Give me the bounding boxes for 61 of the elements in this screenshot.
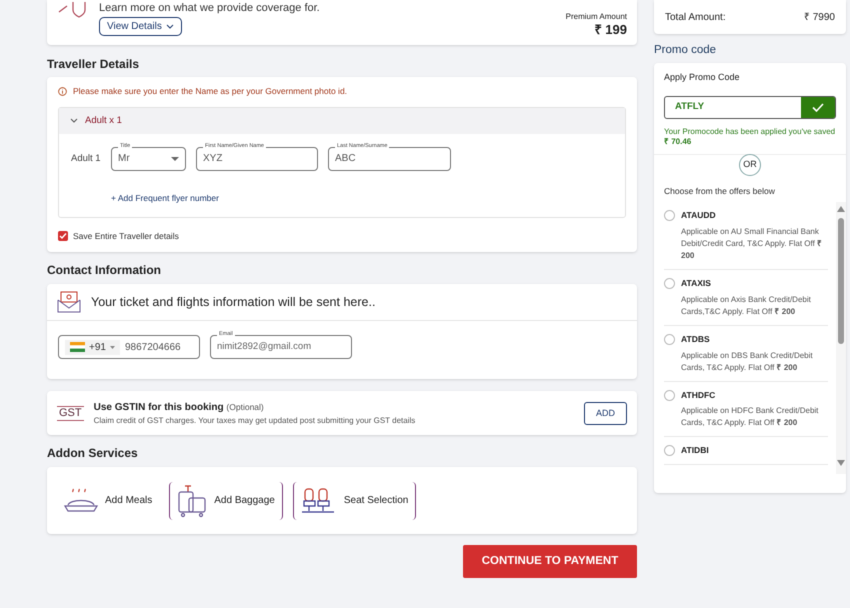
section-heading: Traveller Details (47, 57, 140, 71)
offer-code: ATIDBI (681, 444, 709, 457)
offer-radio[interactable] (664, 390, 675, 400)
offer-description: Applicable on AU Small Financial Bank Debit/Credit Card, T&C Apply. Flat Off ₹ 200 (681, 226, 824, 262)
india-flag-icon (70, 342, 85, 352)
premium-label: Premium Amount (566, 12, 627, 22)
checkmark-icon (812, 102, 824, 112)
premium-amount: ₹ 199 (594, 22, 627, 37)
offer-code: ATAXIS (681, 277, 712, 290)
offer-code: ATDBS (681, 332, 711, 346)
scroll-down-icon[interactable] (837, 460, 845, 466)
insurance-description: Learn more on what we provide coverage for. (99, 2, 320, 14)
shield-icon (57, 2, 87, 18)
luggage-icon (177, 484, 208, 518)
chevron-icon (70, 118, 78, 124)
offer-radio[interactable] (664, 334, 675, 345)
apply-check-button[interactable] (801, 96, 835, 118)
section-heading: Contact Information (47, 263, 162, 278)
phone-field[interactable]: +91 9867204666 (58, 335, 200, 360)
section-heading: Promo code (654, 43, 718, 57)
offer-radio[interactable] (664, 278, 675, 289)
addon-option[interactable]: Add Baggage (169, 482, 283, 520)
view-details-button[interactable]: View Details (99, 17, 182, 36)
apply-promo-label: Apply Promo Code (664, 71, 741, 84)
contact-info-text: Your ticket and flights information will be sent here.. (91, 294, 376, 311)
offer-code: ATHDFC (681, 388, 716, 402)
envelope-icon (57, 291, 81, 314)
seats-icon (300, 486, 337, 515)
scrollbar-thumb[interactable] (838, 218, 844, 344)
scroll-up-icon[interactable] (837, 206, 845, 212)
save-details-label: Save Entire Traveller details (73, 230, 179, 242)
name-notice: Please make sure you enter the Name as per your Government photo id. (73, 85, 348, 98)
info-icon (58, 86, 67, 96)
offer-description: Applicable on HDFC Bank Credit/Debit Cards, T&C Apply. Flat Off ₹ 200 (681, 405, 820, 430)
offer-radio[interactable] (664, 210, 675, 222)
country-code-select[interactable]: +91 (65, 340, 120, 355)
total-label: Total Amount: (665, 10, 726, 24)
add-gst-button[interactable]: ADD (584, 402, 627, 425)
continue-to-payment-button[interactable]: CONTINUE TO PAYMENT (463, 545, 637, 578)
gst-title: Use GSTIN for this booking (Optional) (94, 400, 265, 414)
add-frequent-flyer-link[interactable]: + Add Frequent flyer number (111, 192, 219, 204)
promo-success-message: Your Promocode has been applied you've saved ₹ 70.46 (664, 126, 836, 146)
offer-code: ATAUDD (681, 209, 717, 222)
adult-group-header[interactable]: Adult x 1 (59, 108, 625, 134)
total-amount: ₹ 7990 (804, 10, 835, 24)
gst-description: Claim credit of GST charges. Your taxes may get updated post submitting your GST details (94, 416, 416, 426)
or-divider-badge: OR (739, 154, 761, 176)
chevron-down-icon (166, 24, 174, 30)
dropdown-caret-icon (171, 156, 179, 161)
addon-option[interactable]: Add Meals (57, 482, 160, 520)
offers-heading: Choose from the offers below (663, 184, 776, 198)
offer-radio[interactable] (664, 445, 675, 456)
gst-logo: GST (57, 406, 84, 421)
addon-option[interactable]: Seat Selection (292, 482, 416, 520)
offer-description: Applicable on Axis Bank Credit/Debit Cards,T&C Apply. Flat Off ₹ 200 (681, 294, 812, 318)
offer-description: Applicable on DBS Bank Credit/Debit Cards, T&C Apply. Flat Off ₹ 200 (681, 350, 814, 374)
dropdown-caret-icon (110, 346, 115, 349)
section-heading: Addon Services (47, 446, 139, 460)
promo-code-field[interactable]: ATFLY (664, 96, 836, 118)
save-checkbox[interactable] (58, 230, 68, 241)
adult-label: Adult 1 (71, 152, 101, 166)
